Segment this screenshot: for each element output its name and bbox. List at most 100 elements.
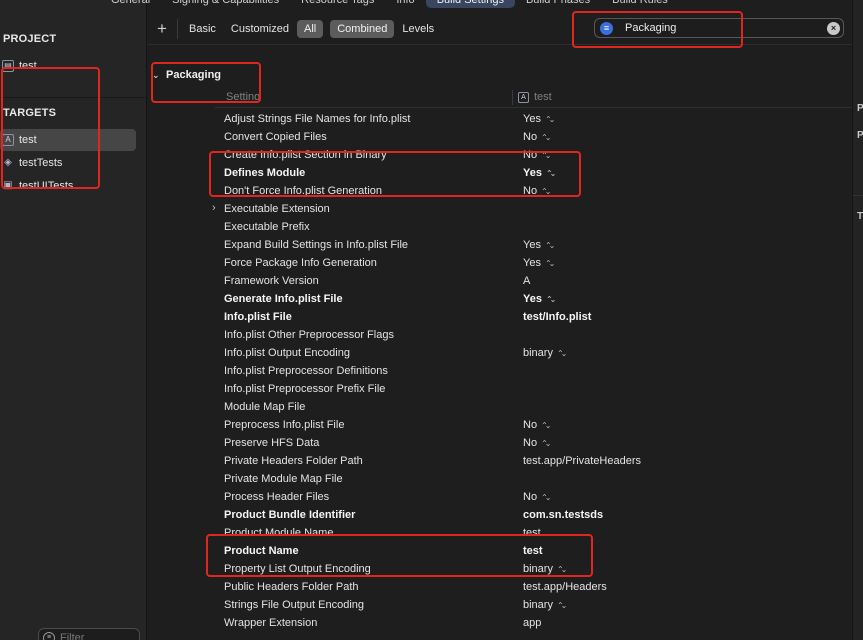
popup-stepper-icon[interactable]: ⌃⌄ bbox=[545, 241, 556, 250]
target-column-label: test bbox=[534, 91, 552, 103]
tab-signing-capabilities[interactable]: Signing & Capabilities bbox=[161, 0, 290, 8]
popup-stepper-icon[interactable]: ⌃⌄ bbox=[541, 439, 552, 448]
setting-value[interactable]: binary ⌃⌄ bbox=[523, 599, 568, 611]
setting-value[interactable]: Yes ⌃⌄ bbox=[523, 257, 556, 269]
setting-value-text: test.app/Headers bbox=[523, 581, 607, 593]
setting-name: Force Package Info Generation bbox=[224, 257, 377, 269]
view-levels-button[interactable]: Levels bbox=[395, 20, 441, 38]
toolbar-divider bbox=[147, 44, 852, 45]
setting-row[interactable]: Module Map File bbox=[147, 398, 852, 416]
popup-stepper-icon[interactable]: ⌃⌄ bbox=[541, 421, 552, 430]
setting-row[interactable]: Info.plist Preprocessor Prefix File bbox=[147, 380, 852, 398]
add-setting-button[interactable]: + bbox=[147, 19, 177, 39]
tab-build-phases[interactable]: Build Phases bbox=[515, 0, 601, 8]
setting-name: Public Headers Folder Path bbox=[224, 581, 359, 593]
setting-value-text: Yes bbox=[523, 239, 541, 251]
tab-general[interactable]: General bbox=[100, 0, 161, 8]
setting-name: Private Headers Folder Path bbox=[224, 455, 363, 467]
popup-stepper-icon[interactable]: ⌃⌄ bbox=[545, 259, 556, 268]
setting-row[interactable]: Generate Info.plist File Yes ⌃⌄ bbox=[147, 290, 852, 308]
setting-row[interactable]: Product Bundle Identifier com.sn.testsds bbox=[147, 506, 852, 524]
setting-row[interactable]: Wrapper Extension app bbox=[147, 614, 852, 632]
clear-search-icon[interactable]: × bbox=[827, 21, 840, 35]
setting-name: Process Header Files bbox=[224, 491, 330, 503]
setting-row[interactable]: › Executable Extension bbox=[147, 200, 852, 218]
setting-row[interactable]: Info.plist Output Encoding binary ⌃⌄ bbox=[147, 344, 852, 362]
setting-row[interactable]: Expand Build Settings in Info.plist File… bbox=[147, 236, 852, 254]
setting-name: Info.plist Output Encoding bbox=[224, 347, 350, 359]
setting-row[interactable]: Convert Copied Files No ⌃⌄ bbox=[147, 128, 852, 146]
filter-all-button[interactable]: All bbox=[296, 20, 324, 38]
setting-value-text: binary bbox=[523, 347, 553, 359]
setting-row[interactable]: Info.plist Preprocessor Definitions bbox=[147, 362, 852, 380]
setting-name: Info.plist Other Preprocessor Flags bbox=[224, 329, 394, 341]
setting-value[interactable]: test/Info.plist bbox=[523, 311, 591, 323]
setting-value-text: Yes bbox=[523, 293, 542, 305]
inspector-divider bbox=[853, 195, 863, 196]
setting-name: Info.plist File bbox=[224, 311, 292, 323]
setting-row[interactable]: Info.plist Other Preprocessor Flags bbox=[147, 326, 852, 344]
setting-row[interactable]: Public Headers Folder Path test.app/Heade… bbox=[147, 578, 852, 596]
setting-row[interactable]: Strings File Output Encoding binary ⌃⌄ bbox=[147, 596, 852, 614]
tab-build-settings[interactable]: Build Settings bbox=[425, 0, 515, 8]
setting-name: Convert Copied Files bbox=[224, 131, 327, 143]
setting-value[interactable]: No ⌃⌄ bbox=[523, 437, 552, 449]
sidebar-filter-field[interactable]: ≡ Filter bbox=[38, 628, 140, 640]
setting-value[interactable]: Yes ⌃⌄ bbox=[523, 293, 557, 305]
popup-stepper-icon[interactable]: ⌃⌄ bbox=[557, 349, 568, 358]
setting-value[interactable]: Yes ⌃⌄ bbox=[523, 113, 556, 125]
popup-stepper-icon[interactable]: ⌃⌄ bbox=[546, 295, 557, 304]
setting-value-text: No bbox=[523, 491, 538, 503]
xcode-build-settings-window: General Signing & Capabilities Resource Ta… bbox=[0, 0, 863, 640]
setting-value[interactable]: No ⌃⌄ bbox=[523, 419, 552, 431]
setting-name: Info.plist Preprocessor Definitions bbox=[224, 365, 388, 377]
setting-value[interactable]: test.app/PrivateHeaders bbox=[523, 455, 641, 467]
setting-value-text: Yes bbox=[523, 257, 541, 269]
filter-icon: ≡ bbox=[43, 632, 55, 640]
setting-row[interactable]: Framework Version A bbox=[147, 272, 852, 290]
setting-row[interactable]: Adjust Strings File Names for Info.plist… bbox=[147, 110, 852, 128]
setting-value[interactable]: test.app/Headers bbox=[523, 581, 607, 593]
filter-customized-button[interactable]: Customized bbox=[224, 20, 296, 38]
popup-stepper-icon[interactable]: ⌃⌄ bbox=[541, 133, 552, 142]
setting-value[interactable]: app bbox=[523, 617, 541, 629]
app-target-icon: A bbox=[518, 91, 529, 103]
setting-value[interactable]: No ⌃⌄ bbox=[523, 491, 552, 503]
view-combined-button[interactable]: Combined bbox=[330, 20, 395, 38]
setting-row[interactable]: Force Package Info Generation Yes ⌃⌄ bbox=[147, 254, 852, 272]
setting-row[interactable]: Preserve HFS Data No ⌃⌄ bbox=[147, 434, 852, 452]
setting-value[interactable]: binary ⌃⌄ bbox=[523, 347, 568, 359]
inspector-panel bbox=[853, 0, 863, 640]
setting-name: Product Bundle Identifier bbox=[224, 509, 356, 521]
chevron-right-icon[interactable]: › bbox=[212, 202, 216, 214]
setting-row[interactable]: Private Module Map File bbox=[147, 470, 852, 488]
setting-row[interactable]: Info.plist File test/Info.plist bbox=[147, 308, 852, 326]
target-column-header: A test bbox=[518, 91, 552, 103]
setting-value[interactable]: No ⌃⌄ bbox=[523, 131, 552, 143]
setting-name: Strings File Output Encoding bbox=[224, 599, 365, 611]
tab-resource-tags[interactable]: Resource Tags bbox=[290, 0, 385, 8]
filter-basic-button[interactable]: Basic bbox=[182, 20, 223, 38]
setting-value-text: No bbox=[523, 131, 538, 143]
setting-value[interactable]: Yes ⌃⌄ bbox=[523, 239, 556, 251]
project-header: PROJECT bbox=[3, 33, 57, 45]
header-divider bbox=[215, 107, 852, 108]
setting-row[interactable]: Process Header Files No ⌃⌄ bbox=[147, 488, 852, 506]
setting-value-text: Yes bbox=[523, 113, 541, 125]
popup-stepper-icon[interactable]: ⌃⌄ bbox=[557, 601, 568, 610]
popup-stepper-icon[interactable]: ⌃⌄ bbox=[545, 115, 556, 124]
setting-name: Expand Build Settings in Info.plist File bbox=[224, 239, 409, 251]
setting-name: Preserve HFS Data bbox=[224, 437, 320, 449]
setting-row[interactable]: Executable Prefix bbox=[147, 218, 852, 236]
setting-value-text: No bbox=[523, 419, 538, 431]
tab-build-rules[interactable]: Build Rules bbox=[601, 0, 679, 8]
setting-value[interactable]: A bbox=[523, 275, 530, 287]
setting-value[interactable]: com.sn.testsds bbox=[523, 509, 603, 521]
inspector-label: T bbox=[857, 211, 863, 222]
setting-name: Executable Extension bbox=[224, 203, 330, 215]
setting-row[interactable]: Preprocess Info.plist File No ⌃⌄ bbox=[147, 416, 852, 434]
popup-stepper-icon[interactable]: ⌃⌄ bbox=[541, 493, 552, 502]
annotation-defines-module-highlight bbox=[209, 151, 581, 197]
tab-info[interactable]: Info bbox=[385, 0, 425, 8]
setting-row[interactable]: Private Headers Folder Path test.app/Priv… bbox=[147, 452, 852, 470]
